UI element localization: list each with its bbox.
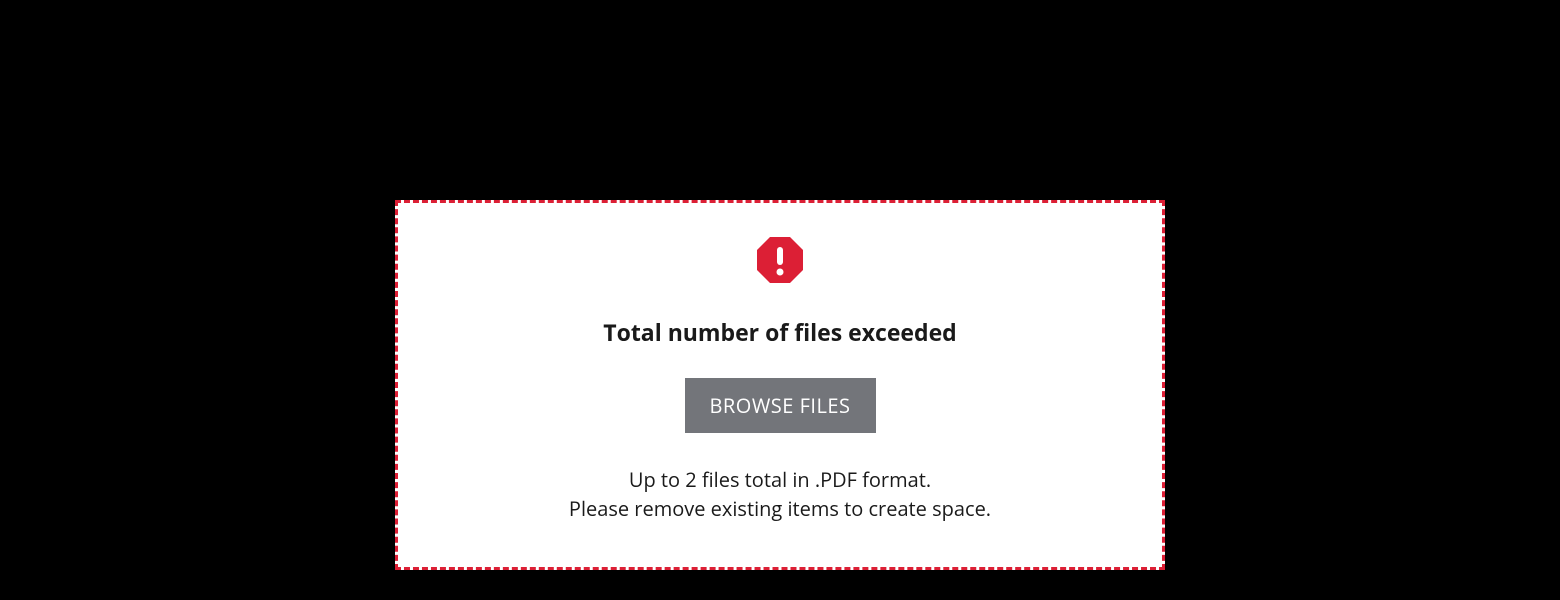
upload-help-text: Up to 2 files total in .PDF format. Plea… bbox=[569, 465, 991, 523]
alert-octagon-icon bbox=[755, 235, 805, 290]
help-line-2: Please remove existing items to create s… bbox=[569, 494, 991, 523]
file-dropzone[interactable]: Total number of files exceeded BROWSE FI… bbox=[395, 200, 1165, 570]
help-line-1: Up to 2 files total in .PDF format. bbox=[569, 465, 991, 494]
error-title: Total number of files exceeded bbox=[603, 316, 956, 348]
browse-files-button[interactable]: BROWSE FILES bbox=[685, 378, 876, 433]
